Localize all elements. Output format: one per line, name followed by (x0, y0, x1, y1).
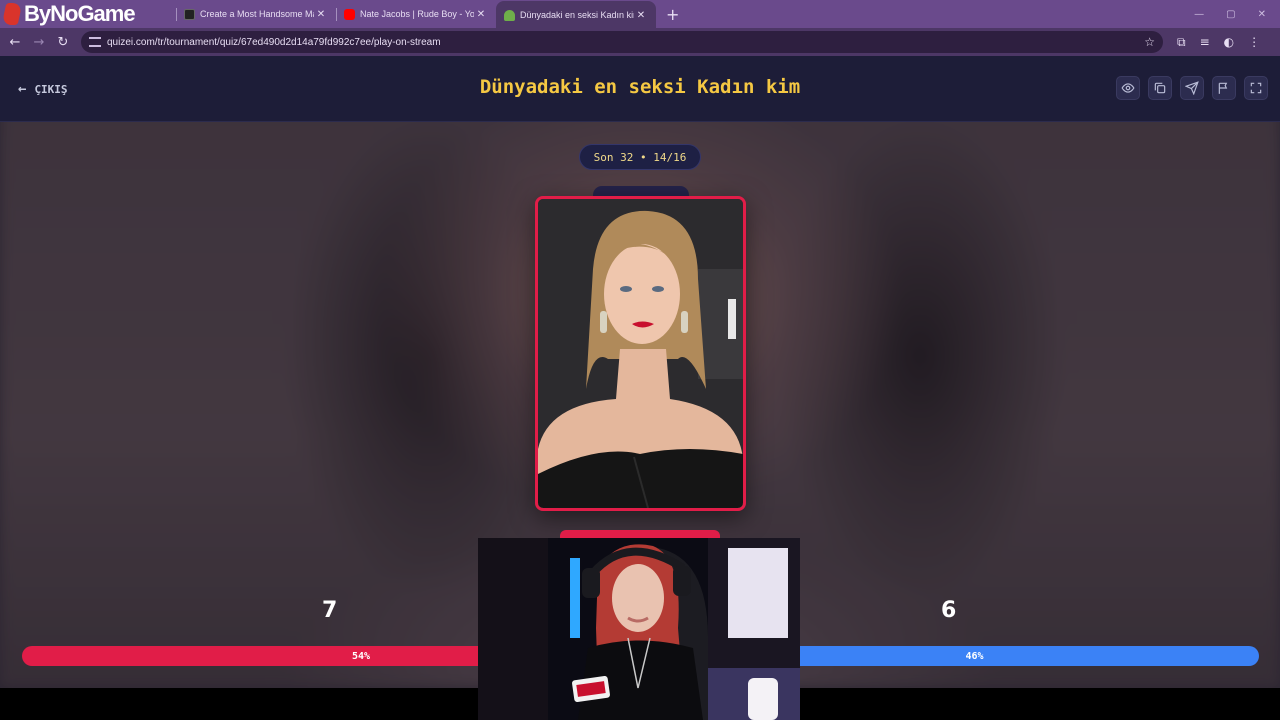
media-control-icon[interactable]: ≡ (1200, 35, 1210, 50)
right-vote-count: 6 (941, 598, 957, 623)
url-text: quizei.com/tr/tournament/quiz/67ed490d2d… (107, 36, 441, 48)
youtube-favicon-icon (344, 8, 355, 20)
left-vote-percent: 54% (351, 650, 371, 662)
close-tab-icon[interactable]: ✕ (634, 10, 648, 21)
browser-tab-2[interactable]: Nate Jacobs | Rude Boy - YouTu ✕ (336, 1, 496, 27)
eye-icon[interactable] (1116, 76, 1140, 100)
copy-icon[interactable] (1148, 76, 1172, 100)
maximize-icon[interactable]: ▢ (1226, 9, 1235, 20)
flag-icon[interactable] (1212, 76, 1236, 100)
menu-kebab-icon[interactable]: ⋮ (1248, 35, 1260, 50)
bookmark-star-icon[interactable]: ☆ (1144, 35, 1155, 49)
browser-tab-1[interactable]: Create a Most Handsome Male ✕ (176, 1, 336, 27)
logo-text: ByNoGame (24, 1, 136, 26)
tab-favicon-icon (504, 9, 515, 21)
right-vote-percent: 46% (965, 650, 984, 662)
page-title: Dünyadaki en seksi Kadın kim (479, 76, 801, 98)
round-badge: Son 32 • 14/16 (579, 144, 701, 170)
send-icon[interactable] (1180, 76, 1204, 100)
logo-mark-icon (1, 3, 23, 25)
stream-logo: ByNoGame (0, 0, 176, 28)
close-tab-icon[interactable]: ✕ (314, 9, 328, 20)
quiz-header: ← ÇIKIŞ Dünyadaki en seksi Kadın kim (0, 56, 1280, 122)
browser-tab-bar: ByNoGame Create a Most Handsome Male ✕ N… (0, 0, 1280, 29)
streamer-webcam-overlay (478, 538, 800, 720)
url-field[interactable]: quizei.com/tr/tournament/quiz/67ed490d2d… (81, 31, 1163, 53)
forward-icon[interactable]: → (27, 35, 51, 50)
left-vote-count: 7 (322, 598, 338, 623)
window-controls: — ▢ ✕ (1194, 9, 1280, 20)
header-actions (1116, 76, 1268, 100)
reload-icon[interactable]: ↻ (51, 35, 75, 50)
webcam-video (478, 538, 800, 720)
tab-favicon-icon (184, 8, 195, 20)
tab-title: Create a Most Handsome Male (200, 9, 314, 19)
tab-title: Nate Jacobs | Rude Boy - YouTu (360, 9, 474, 19)
browser-toolbar: ⧉ ≡ ◐ ⋮ (1163, 35, 1260, 50)
site-settings-icon[interactable] (89, 37, 101, 47)
extensions-icon[interactable]: ⧉ (1177, 35, 1186, 50)
contestant-card[interactable] (535, 196, 746, 511)
browser-tab-3-active[interactable]: Dünyadaki en seksi Kadın kim - ✕ (496, 1, 656, 29)
minimize-icon[interactable]: — (1194, 9, 1204, 20)
tab-title: Dünyadaki en seksi Kadın kim - (520, 10, 634, 20)
contestant-photo (538, 199, 743, 508)
fullscreen-icon[interactable] (1244, 76, 1268, 100)
profile-avatar-icon[interactable]: ◐ (1224, 35, 1234, 50)
close-tab-icon[interactable]: ✕ (474, 9, 488, 20)
browser-address-bar: ← → ↻ quizei.com/tr/tournament/quiz/67ed… (0, 28, 1280, 56)
back-icon[interactable]: ← (3, 35, 27, 50)
new-tab-button[interactable]: + (656, 5, 689, 24)
close-window-icon[interactable]: ✕ (1258, 9, 1266, 20)
